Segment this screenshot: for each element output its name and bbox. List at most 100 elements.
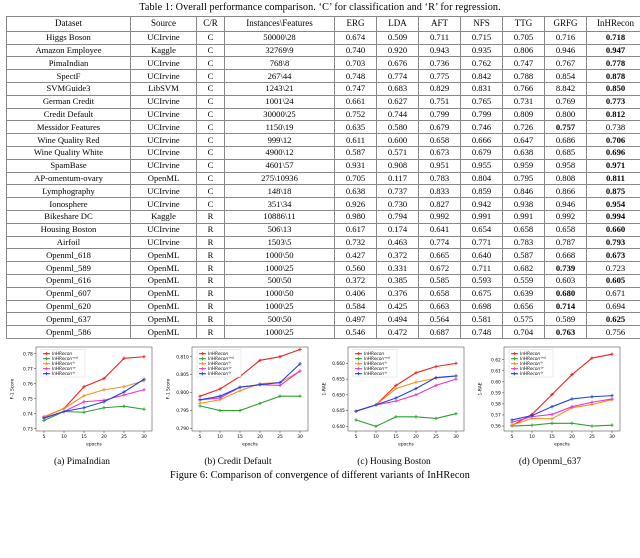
table-cell: OpenML bbox=[130, 273, 197, 288]
table-cell: 0.992 bbox=[418, 209, 461, 224]
svg-text:0.62: 0.62 bbox=[491, 357, 501, 363]
table-cell: 0.811 bbox=[586, 171, 640, 186]
svg-text:1-RAE: 1-RAE bbox=[322, 382, 328, 395]
cell-dataset-name: German Credit bbox=[6, 94, 131, 109]
table-cell: 8.842 bbox=[544, 82, 587, 96]
cell-dataset-name: SpectF bbox=[6, 69, 131, 83]
table-cell: 0.773 bbox=[586, 94, 640, 109]
table-cell: 0.174 bbox=[376, 222, 419, 237]
svg-text:20: 20 bbox=[101, 434, 107, 440]
table-cell: LibSVM bbox=[130, 82, 197, 96]
table-cell: 506\13 bbox=[224, 222, 335, 237]
table-cell: Kaggle bbox=[130, 43, 197, 58]
table-cell: UCIrvine bbox=[130, 133, 197, 147]
table-cell: 0.740 bbox=[334, 43, 377, 58]
table-cell: 0.793 bbox=[586, 235, 640, 250]
table-cell: 0.959 bbox=[502, 158, 545, 173]
cell-dataset-name: Openml_637 bbox=[6, 312, 131, 327]
table-cell: 0.715 bbox=[460, 30, 503, 45]
table-cell: 0.783 bbox=[502, 235, 545, 250]
table-cell: R bbox=[196, 273, 225, 288]
table-cell: 0.682 bbox=[502, 261, 545, 275]
table-cell: 0.603 bbox=[544, 273, 587, 288]
plot-openml-637: 0.56 0.57 0.58 0.59 0.60 0.61 0.62 5 10 15 20 25 30 e… bbox=[474, 343, 626, 455]
table-cell: 0.767 bbox=[544, 56, 587, 71]
table-row: Openml_589 OpenML R 1000\25 0.560 0.331 0.672 0… bbox=[6, 261, 640, 275]
performance-table-container: Dataset Source C/R Instances\Features ERG LDA… bbox=[0, 16, 640, 339]
svg-text:0.58: 0.58 bbox=[491, 401, 501, 407]
table-row: Wine Quality Red UCIrvine C 999\12 0.611 0.60… bbox=[6, 133, 640, 147]
table-cell: OpenML bbox=[130, 299, 197, 314]
table-cell: 0.769 bbox=[544, 94, 587, 109]
table-cell: 0.731 bbox=[502, 94, 545, 109]
table-cell: 32769\9 bbox=[224, 43, 335, 58]
table-cell: 0.757 bbox=[544, 120, 587, 135]
figure-caption: Figure 6: Comparison of convergence of d… bbox=[170, 469, 470, 481]
table-cell: 0.747 bbox=[502, 56, 545, 71]
table-cell: 4900\12 bbox=[224, 145, 335, 160]
table-cell: UCIrvine bbox=[130, 235, 197, 250]
table-cell: 1001\24 bbox=[224, 94, 335, 109]
table-cell: 0.878 bbox=[586, 69, 640, 83]
svg-text:0.640: 0.640 bbox=[332, 424, 345, 430]
svg-text:10: 10 bbox=[61, 434, 67, 440]
svg-text:10: 10 bbox=[373, 434, 379, 440]
table-cell: 0.587 bbox=[334, 145, 377, 160]
figure-row: 0.73 0.74 0.75 0.76 0.77 0.78 5 10 15 20 25 30 epoch… bbox=[0, 339, 632, 467]
table-cell: 0.661 bbox=[334, 94, 377, 109]
table-cell: 0.774 bbox=[376, 69, 419, 83]
table-cell: UCIrvine bbox=[130, 158, 197, 173]
cell-dataset-name: Bikeshare DC bbox=[6, 209, 131, 224]
table-cell: 0.694 bbox=[586, 299, 640, 314]
table-cell: 0.696 bbox=[586, 145, 640, 160]
table-cell: 0.564 bbox=[418, 312, 461, 327]
column-header-erg: ERG bbox=[334, 16, 377, 32]
table-cell: UCIrvine bbox=[130, 184, 197, 199]
table-cell: 0.671 bbox=[586, 286, 640, 301]
table-row: Openml_616 OpenML R 500\50 0.372 0.385 0.585 0.… bbox=[6, 273, 640, 288]
table-cell: R bbox=[196, 286, 225, 301]
table-cell: 0.494 bbox=[376, 312, 419, 327]
svg-text:25: 25 bbox=[121, 434, 127, 440]
table-cell: 0.991 bbox=[460, 209, 503, 224]
table-row: Airfoil UCIrvine R 1503\5 0.732 0.463 0.774 0.7… bbox=[6, 235, 640, 250]
table-cell: R bbox=[196, 312, 225, 327]
svg-text:30: 30 bbox=[609, 434, 615, 440]
table-cell: 50000\28 bbox=[224, 30, 335, 45]
table-cell: C bbox=[196, 69, 225, 83]
table-row: SpectF UCIrvine C 267\44 0.748 0.774 0.775 0.84… bbox=[6, 69, 640, 83]
table-cell: C bbox=[196, 133, 225, 147]
table-cell: C bbox=[196, 43, 225, 58]
table-cell: 0.788 bbox=[502, 69, 545, 83]
table-cell: 0.660 bbox=[586, 222, 640, 237]
table-cell: 0.783 bbox=[418, 171, 461, 186]
table-cell: 0.799 bbox=[418, 107, 461, 122]
plot-housing-boston: 0.640 0.645 0.650 0.655 0.660 5 10 15 20 25 30 epoc… bbox=[318, 343, 470, 455]
table-cell: OpenML bbox=[130, 261, 197, 275]
table-cell: 0.668 bbox=[544, 248, 587, 263]
svg-text:15: 15 bbox=[549, 434, 555, 440]
table-cell: 0.611 bbox=[334, 133, 377, 147]
table-cell: 0.920 bbox=[376, 43, 419, 58]
subcaption-c: (c) Housing Boston bbox=[357, 456, 431, 467]
table-cell: 0.625 bbox=[586, 312, 640, 327]
table-cell: UCIrvine bbox=[130, 107, 197, 122]
table-row: SpamBase UCIrvine C 4601\57 0.931 0.908 0.951 0… bbox=[6, 158, 640, 173]
svg-text:5: 5 bbox=[355, 434, 358, 440]
table-cell: 0.846 bbox=[502, 184, 545, 199]
svg-text:0.795: 0.795 bbox=[176, 408, 189, 414]
svg-text:20: 20 bbox=[257, 434, 263, 440]
cell-dataset-name: Openml_616 bbox=[6, 273, 131, 288]
table-cell: C bbox=[196, 171, 225, 186]
table-cell: 0.842 bbox=[460, 69, 503, 83]
table-cell: 0.679 bbox=[460, 145, 503, 160]
table-body: Higgs Boson UCIrvine C 50000\28 0.674 0.509 0.… bbox=[6, 30, 640, 339]
table-cell: 4601\57 bbox=[224, 158, 335, 173]
table-cell: C bbox=[196, 197, 225, 211]
svg-text:1-RAE: 1-RAE bbox=[478, 382, 484, 395]
table-cell: 0.765 bbox=[460, 94, 503, 109]
table-caption: Table 1: Overall performance comparison.… bbox=[139, 2, 501, 13]
table-cell: 0.955 bbox=[460, 158, 503, 173]
table-row: Bikeshare DC Kaggle R 10886\11 0.980 0.794 0.9… bbox=[6, 209, 640, 224]
table-cell: 0.954 bbox=[586, 197, 640, 211]
